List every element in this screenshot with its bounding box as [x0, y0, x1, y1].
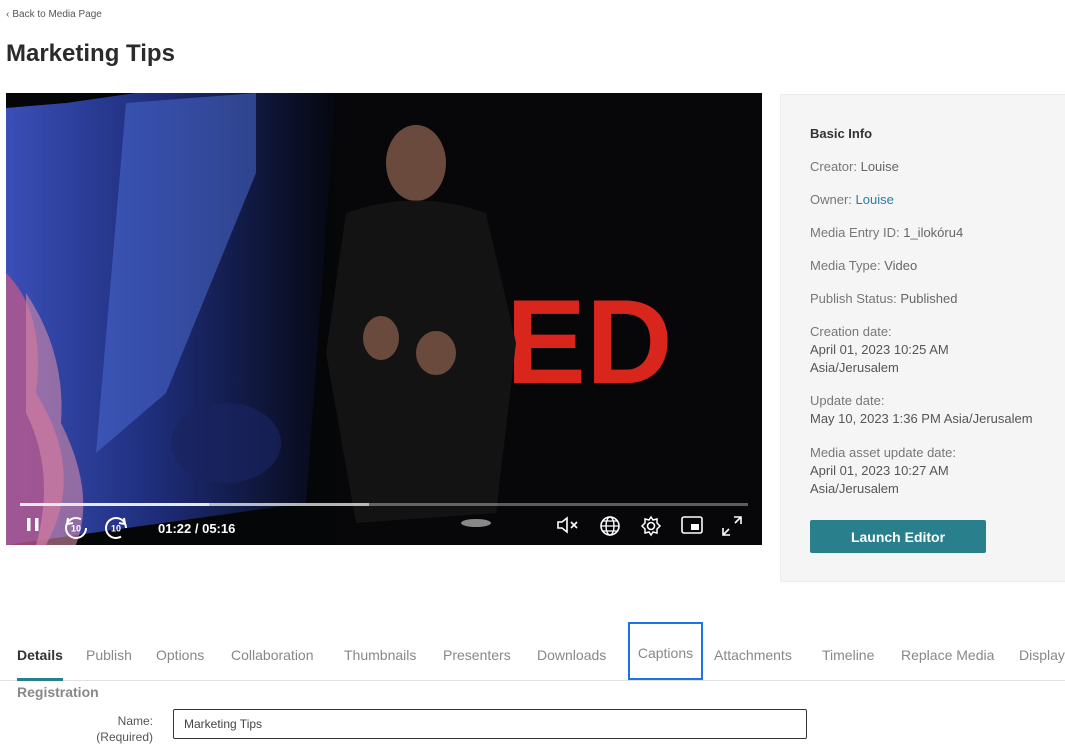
language-button[interactable] [599, 515, 621, 542]
creation-date-label: Creation date: [810, 324, 892, 339]
update-date-value: May 10, 2023 1:36 PM Asia/Jerusalem [810, 411, 1033, 426]
creation-date-row: Creation date: April 01, 2023 10:25 AM A… [810, 323, 990, 377]
owner-label: Owner: [810, 192, 852, 207]
tab-display[interactable]: Display [1019, 638, 1065, 678]
seek-bar[interactable] [20, 503, 748, 506]
basic-info-heading: Basic Info [810, 126, 873, 141]
fullscreen-button[interactable] [720, 515, 744, 542]
rewind-10-icon: 10 [63, 515, 89, 545]
player-controls: 10 10 01:22 / 05:16 [6, 495, 762, 545]
svg-text:10: 10 [111, 524, 121, 534]
back-link-label: Back to Media Page [12, 9, 102, 20]
name-field-label: Name: (Required) [60, 713, 153, 745]
publish-status-label: Publish Status: [810, 291, 897, 306]
asset-update-date-value: April 01, 2023 10:27 AM Asia/Jerusalem [810, 463, 949, 496]
update-date-row: Update date: May 10, 2023 1:36 PM Asia/J… [810, 392, 1065, 428]
creation-date-value: April 01, 2023 10:25 AM Asia/Jerusalem [810, 342, 949, 375]
tab-publish[interactable]: Publish [86, 638, 132, 678]
rewind-10-button[interactable]: 10 [63, 515, 89, 545]
chevron-left-icon: ‹ [6, 9, 10, 20]
time-display: 01:22 / 05:16 [158, 521, 236, 536]
tab-captions[interactable]: Captions [628, 622, 703, 680]
pip-icon [680, 515, 704, 540]
page-title: Marketing Tips [6, 40, 175, 67]
creator-row: Creator: Louise [810, 158, 1065, 176]
stage-sign-text: ED [506, 275, 673, 409]
owner-row: Owner: Louise [810, 191, 1065, 209]
registration-section-label: Registration [17, 684, 99, 700]
settings-button[interactable] [640, 515, 662, 542]
asset-update-date-label: Media asset update date: [810, 445, 956, 460]
media-type-value: Video [884, 258, 918, 273]
tab-downloads[interactable]: Downloads [537, 638, 606, 678]
mute-button[interactable] [556, 515, 582, 540]
forward-10-icon: 10 [103, 515, 129, 545]
name-label: Name: [117, 714, 153, 728]
update-date-label: Update date: [810, 393, 885, 408]
media-type-row: Media Type: Video [810, 257, 1065, 275]
forward-10-button[interactable]: 10 [103, 515, 129, 545]
gear-icon [640, 515, 662, 542]
creator-value: Louise [860, 159, 899, 174]
owner-link[interactable]: Louise [856, 192, 894, 207]
video-player[interactable]: ED 10 10 01:22 / 05:16 [6, 93, 762, 545]
fullscreen-icon [720, 515, 744, 542]
basic-info-panel: Basic Info Creator: Louise Owner: Louise… [780, 94, 1065, 582]
video-frame: ED [6, 93, 762, 545]
media-type-label: Media Type: [810, 258, 881, 273]
publish-status-row: Publish Status: Published [810, 290, 1065, 308]
pause-button[interactable] [24, 515, 42, 538]
entry-id-value: 1_ilokóru4 [903, 225, 964, 240]
tab-attachments[interactable]: Attachments [714, 638, 792, 678]
asset-update-date-row: Media asset update date: April 01, 2023 … [810, 444, 990, 498]
creator-label: Creator: [810, 159, 857, 174]
tab-collaboration[interactable]: Collaboration [231, 638, 314, 678]
globe-icon [599, 515, 621, 542]
publish-status-value: Published [900, 291, 958, 306]
media-tabs: Details Publish Options Collaboration Th… [0, 622, 1065, 681]
entry-id-row: Media Entry ID: 1_ilokóru4 [810, 224, 1065, 242]
name-required-label: (Required) [96, 730, 153, 744]
played-bar [20, 503, 210, 506]
picture-in-picture-button[interactable] [680, 515, 704, 540]
tab-presenters[interactable]: Presenters [443, 638, 511, 678]
svg-text:10: 10 [71, 524, 81, 534]
tab-details[interactable]: Details [17, 638, 63, 681]
tab-replace-media[interactable]: Replace Media [901, 638, 994, 678]
back-to-media-link[interactable]: ‹ Back to Media Page [6, 9, 102, 20]
tab-options[interactable]: Options [156, 638, 204, 678]
tab-timeline[interactable]: Timeline [822, 638, 874, 678]
tab-thumbnails[interactable]: Thumbnails [344, 638, 416, 678]
launch-editor-button[interactable]: Launch Editor [810, 520, 986, 553]
pause-icon [24, 515, 42, 538]
entry-id-label: Media Entry ID: [810, 225, 900, 240]
volume-muted-icon [556, 515, 582, 540]
name-input[interactable] [173, 709, 807, 739]
